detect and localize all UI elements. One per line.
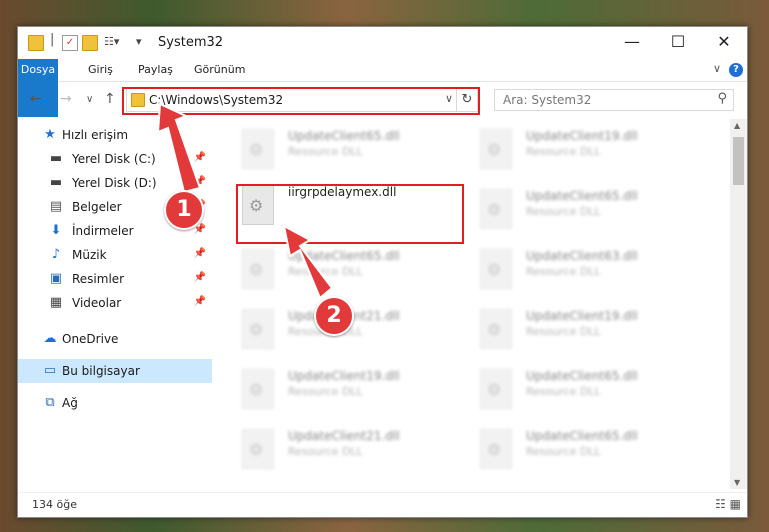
step-marker-2: 2 [314, 296, 354, 336]
arrow-1 [156, 102, 202, 194]
annotation-arrows [156, 102, 334, 300]
step-marker-1: 1 [164, 190, 204, 230]
arrow-2 [282, 224, 334, 300]
